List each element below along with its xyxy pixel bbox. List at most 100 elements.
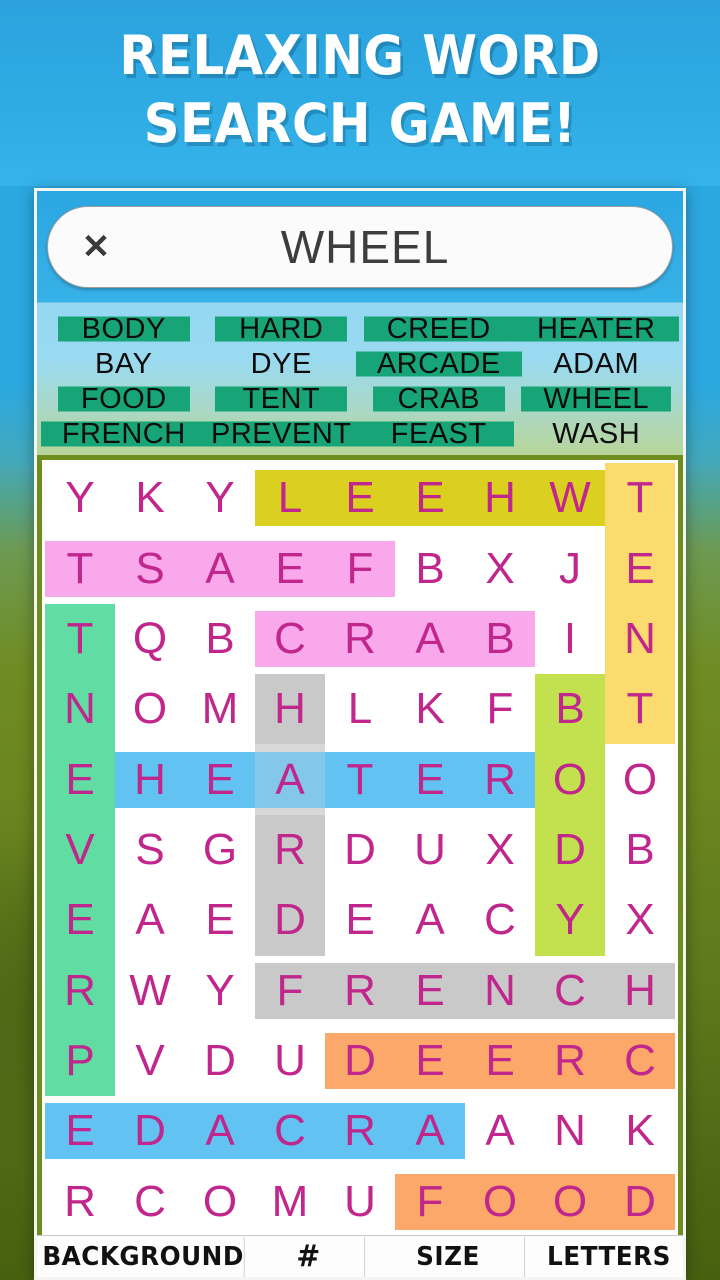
grid-cell[interactable]: X [605,885,675,955]
grid-cell[interactable]: J [535,533,605,603]
word-list-item[interactable]: HEATER [518,312,676,346]
grid-cell[interactable]: H [605,956,675,1026]
grid-cell[interactable]: D [115,1096,185,1166]
grid-cell[interactable]: S [115,815,185,885]
grid-cell[interactable]: H [115,744,185,814]
grid-cell[interactable]: R [255,814,325,886]
grid-cell[interactable]: C [535,956,605,1026]
word-list-item[interactable]: HARD [203,312,361,346]
grid-cell[interactable]: R [535,1026,605,1096]
word-list-item[interactable]: ADAM [518,347,676,381]
grid-cell[interactable]: E [325,463,395,533]
grid-cell[interactable]: D [325,1026,395,1096]
grid-cell[interactable]: D [255,885,325,956]
grid-cell[interactable]: W [535,463,605,533]
grid-cell[interactable]: A [115,885,185,955]
word-list-item[interactable]: CREED [360,312,518,346]
grid-cell[interactable]: R [45,1167,115,1237]
grid-cell[interactable]: Y [535,885,605,956]
letters-button[interactable]: LETTERS [533,1237,683,1277]
word-list-item[interactable]: BODY [45,312,203,346]
grid-cell[interactable]: C [605,1026,675,1096]
word-list-item[interactable]: FRENCH [45,417,203,451]
grid-cell[interactable]: O [605,744,675,814]
grid-cell[interactable]: E [395,1026,465,1096]
grid-cell[interactable]: N [605,603,675,675]
grid-cell[interactable]: C [465,885,535,955]
word-list-item[interactable]: WASH [518,417,676,451]
grid-cell[interactable]: R [325,604,395,674]
word-list-item[interactable]: CRAB [360,382,518,416]
grid-cell[interactable]: C [255,604,325,674]
grid-cell[interactable]: R [465,744,535,814]
word-list-item[interactable]: PREVENT [203,417,361,451]
grid-cell[interactable]: Y [185,956,255,1026]
grid-cell[interactable]: O [465,1167,535,1237]
grid-cell[interactable]: T [45,603,115,675]
grid-cell[interactable]: K [605,1096,675,1166]
grid-cell[interactable]: F [255,956,325,1026]
grid-cell[interactable]: K [395,674,465,744]
grid-cell[interactable]: A [395,885,465,955]
grid-cell[interactable]: P [45,1025,115,1097]
grid-cell[interactable]: O [535,1167,605,1237]
grid-cell[interactable]: A [465,1096,535,1166]
grid-cell[interactable]: E [395,463,465,533]
grid-cell[interactable]: V [45,814,115,886]
grid-cell[interactable]: A [185,1096,255,1166]
grid-cell[interactable]: N [465,956,535,1026]
grid-cell[interactable]: D [605,1167,675,1237]
word-list-item[interactable]: DYE [203,347,361,381]
grid-cell[interactable]: M [185,674,255,744]
grid-cell[interactable]: E [395,744,465,814]
word-list-item[interactable]: WHEEL [518,382,676,416]
grid-cell[interactable]: O [535,744,605,815]
grid-cell[interactable]: V [115,1026,185,1096]
grid-cell[interactable]: F [465,674,535,744]
grid-cell[interactable]: X [465,533,535,603]
grid-cell[interactable]: L [255,463,325,533]
grid-cell[interactable]: T [605,463,675,534]
search-input[interactable]: ✕ WHEEL [47,205,673,288]
grid-cell[interactable]: B [465,604,535,674]
grid-cell[interactable]: O [185,1167,255,1237]
grid-cell[interactable]: K [115,463,185,533]
grid-cell[interactable]: L [325,674,395,744]
grid-cell[interactable]: E [185,885,255,955]
grid-cell[interactable]: B [395,533,465,603]
word-list-item[interactable]: BAY [45,347,203,381]
grid-cell[interactable]: F [395,1167,465,1237]
close-icon[interactable]: ✕ [76,227,116,267]
word-list-item[interactable]: FOOD [45,382,203,416]
word-list-item[interactable]: FEAST [360,417,518,451]
grid-cell[interactable]: E [185,744,255,814]
grid-cell[interactable]: C [115,1167,185,1237]
grid-cell[interactable]: E [325,885,395,955]
grid-cell[interactable]: Y [45,463,115,533]
grid-cell[interactable]: I [535,604,605,674]
grid-cell[interactable]: G [185,815,255,885]
grid-cell[interactable]: A [185,533,255,603]
grid-cell[interactable]: D [325,815,395,885]
grid-cell[interactable]: B [535,674,605,745]
grid-cell[interactable]: C [255,1096,325,1166]
grid-cell[interactable]: U [255,1026,325,1096]
grid-cell[interactable]: B [605,815,675,885]
grid-cell[interactable]: E [45,744,115,815]
grid-cell[interactable]: H [465,463,535,533]
word-list-item[interactable]: ARCADE [360,347,518,381]
grid-cell[interactable]: A [395,1096,465,1166]
hash-button[interactable]: # [253,1236,366,1277]
grid-cell[interactable]: T [45,533,115,603]
grid-cell[interactable]: E [395,956,465,1026]
grid-cell[interactable]: A [255,744,325,815]
word-list-item[interactable]: TENT [203,382,361,416]
grid-cell[interactable]: F [325,533,395,603]
grid-cell[interactable]: T [605,674,675,745]
grid-cell[interactable]: H [255,674,325,745]
grid-cell[interactable]: S [115,533,185,603]
grid-cell[interactable]: D [185,1026,255,1096]
grid-cell[interactable]: W [115,956,185,1026]
grid-cell[interactable]: E [255,533,325,603]
grid-cell[interactable]: T [325,744,395,814]
